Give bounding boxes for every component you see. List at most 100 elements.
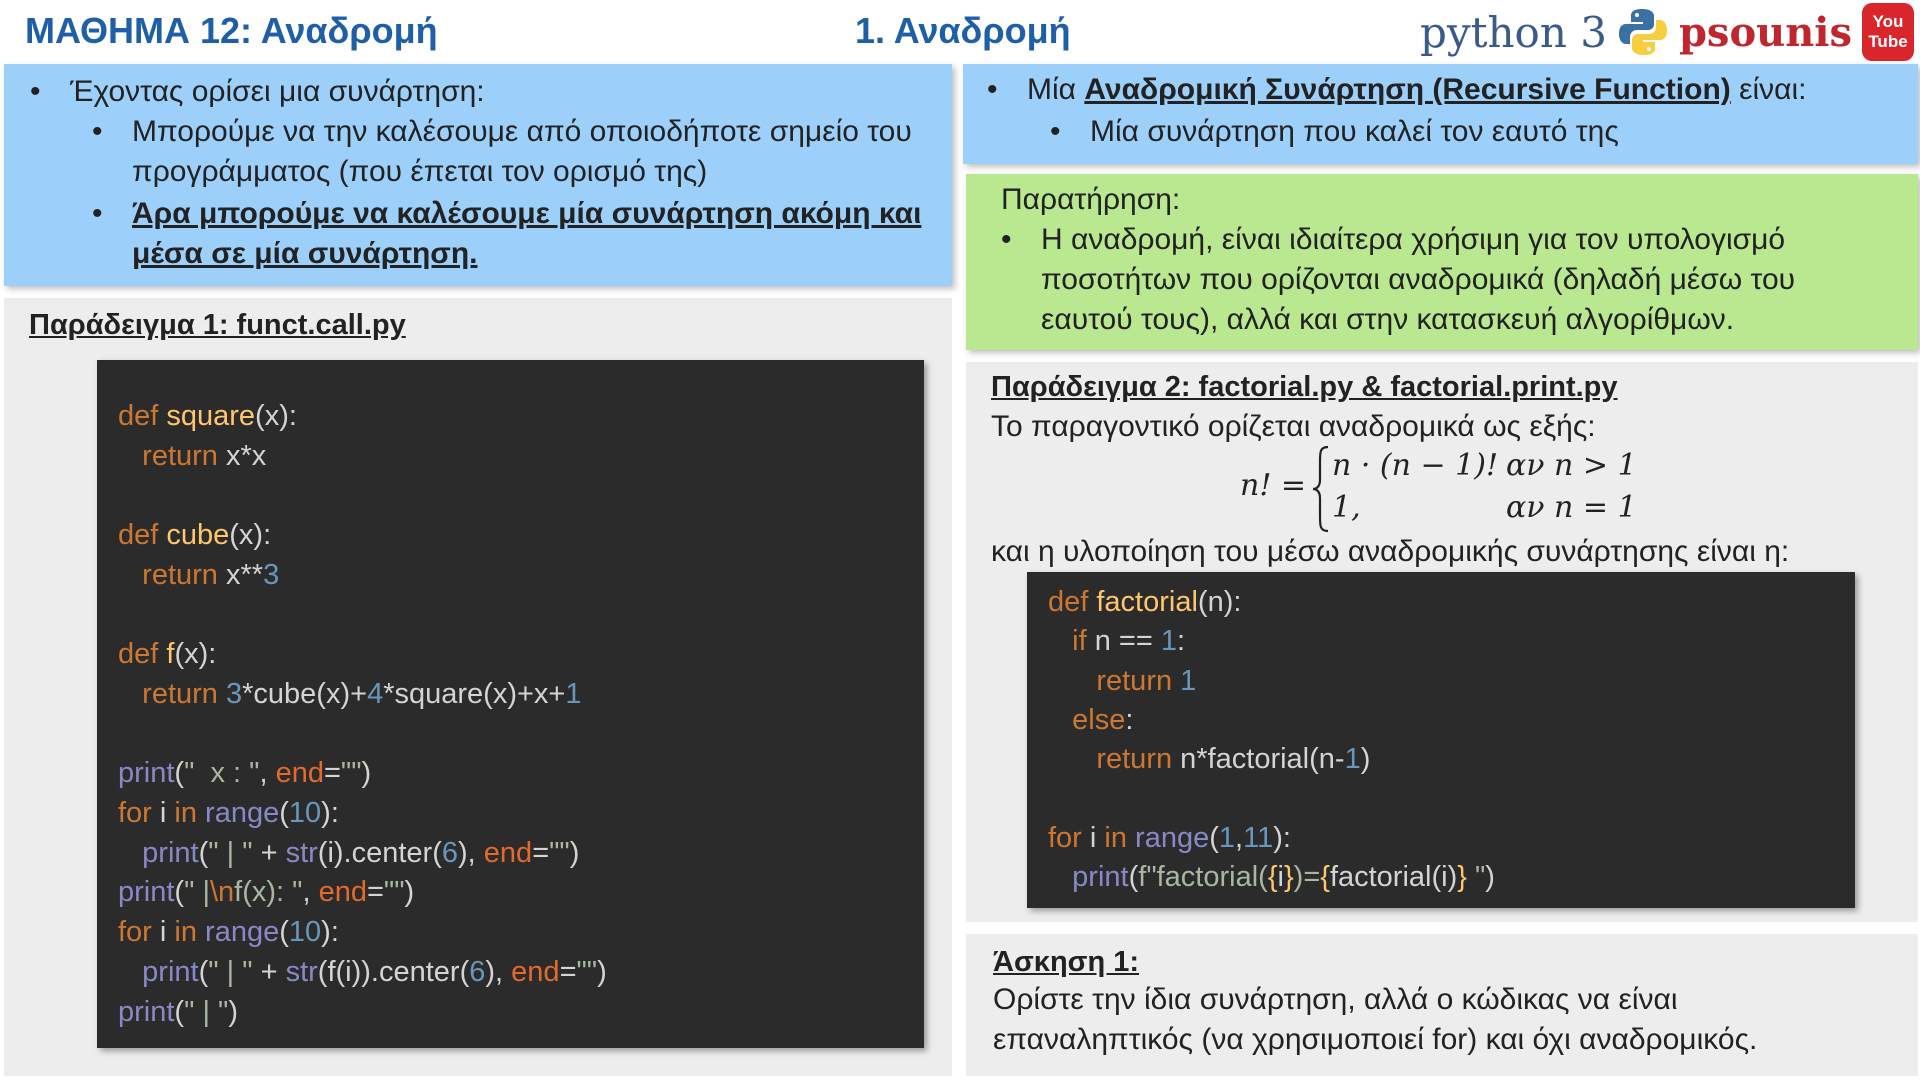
code-token: , bbox=[302, 876, 319, 909]
code-token: 6 bbox=[469, 955, 486, 988]
code-token: ( bbox=[279, 916, 289, 949]
code-token: *square(x)+x+ bbox=[383, 677, 566, 710]
code-line: def cube(x): bbox=[118, 516, 271, 555]
intro-line-1: Έχοντας ορίσει μια συνάρτηση: bbox=[70, 75, 485, 108]
code-token: return bbox=[142, 558, 226, 591]
code-token: = bbox=[532, 836, 550, 869]
code-token: " | bbox=[184, 876, 210, 909]
code-token: cube bbox=[166, 519, 230, 552]
code-line: return n*factorial(n-1) bbox=[1048, 740, 1370, 779]
code-token: ) bbox=[1360, 743, 1371, 776]
code-token: ) bbox=[361, 757, 372, 790]
bullet-icon: • bbox=[1001, 223, 1012, 256]
note-line-1: Η αναδρομή, είναι ιδιαίτερα χρήσιμη για … bbox=[1041, 223, 1786, 256]
code-token: "" bbox=[340, 757, 362, 790]
python-logo-icon bbox=[1618, 9, 1667, 55]
code-token: ( bbox=[279, 797, 289, 829]
code-token: x** bbox=[226, 558, 264, 591]
code-token: in bbox=[174, 916, 206, 949]
code-token: square bbox=[166, 400, 256, 432]
code-token: 1 bbox=[1160, 625, 1177, 658]
note-line-3: εαυτού τους), αλλά και στην κατασκευή αλ… bbox=[1041, 303, 1735, 336]
formula-case1-expr: n · (n − 1)! bbox=[1332, 448, 1499, 483]
code-token: end bbox=[483, 836, 533, 869]
code-token: )= bbox=[1293, 861, 1321, 894]
code-token: n*factorial(n- bbox=[1180, 743, 1345, 776]
code-line: print(" | " + str(f(i)).center(6), end="… bbox=[118, 953, 607, 992]
code-token: : bbox=[1125, 703, 1134, 736]
definition-prefix: Μία bbox=[1027, 73, 1085, 106]
code-token: def bbox=[1048, 586, 1097, 618]
code-token: = bbox=[323, 757, 341, 790]
code-token: 4 bbox=[367, 677, 384, 710]
code-token: " | " bbox=[208, 955, 253, 988]
note-item: • Η αναδρομή, είναι ιδιαίτερα χρήσιμη γι… bbox=[1001, 220, 1795, 340]
slide-title: 1. Αναδρομή bbox=[855, 10, 1071, 51]
definition-suffix: είναι: bbox=[1730, 73, 1807, 106]
code-line: def f(x): bbox=[118, 635, 216, 674]
code-token: return bbox=[142, 439, 226, 472]
code-line: if n == 1: bbox=[1048, 622, 1185, 661]
code-token: 1 bbox=[1344, 743, 1361, 776]
example2-line-1: Το παραγοντικό ορίζεται αναδρομικά ως εξ… bbox=[991, 410, 1596, 443]
code-token: "" bbox=[383, 876, 405, 909]
code-token: 3 bbox=[226, 677, 243, 710]
code-line: return x**3 bbox=[118, 556, 279, 595]
intro-item-2: • Μπορούμε να την καλέσουμε από οποιοδήπ… bbox=[92, 112, 912, 192]
code-token: range bbox=[205, 916, 280, 949]
code-token: print bbox=[118, 876, 175, 909]
code-token: ( bbox=[174, 876, 185, 909]
exercise-heading: Άσκηση 1: bbox=[993, 946, 1140, 978]
definition-item-1: • Μία Αναδρομική Συνάρτηση (Recursive Fu… bbox=[987, 70, 1806, 110]
code-token: { bbox=[1267, 861, 1278, 894]
example2-code-block: def factorial(n): if n == 1: return 1 el… bbox=[1027, 572, 1855, 908]
code-token: return bbox=[1096, 743, 1181, 776]
code-token: def bbox=[118, 400, 167, 432]
code-line: return 3*cube(x)+4*square(x)+x+1 bbox=[118, 675, 581, 714]
code-token: str bbox=[285, 836, 318, 869]
code-token: (x): bbox=[229, 519, 272, 552]
bullet-icon: • bbox=[92, 115, 103, 148]
code-token: in bbox=[1104, 821, 1136, 854]
code-line: for i in range(10): bbox=[118, 913, 339, 952]
code-token: (i).center( bbox=[317, 836, 442, 869]
code-token: ) bbox=[569, 836, 580, 869]
code-token: ), bbox=[458, 836, 484, 869]
code-token: return bbox=[142, 677, 226, 710]
bullet-icon: • bbox=[30, 75, 41, 108]
youtube-icon[interactable]: You Tube bbox=[1862, 3, 1914, 61]
code-token: for bbox=[118, 916, 160, 949]
example1-code-block: def square(x): return x*x def cube(x): re… bbox=[97, 360, 924, 1048]
code-token: 11 bbox=[1243, 821, 1274, 854]
code-token: 10 bbox=[288, 797, 322, 829]
code-token: i bbox=[159, 797, 175, 829]
code-token: ) bbox=[1485, 861, 1495, 894]
code-line: return 1 bbox=[1048, 662, 1196, 701]
code-token: str bbox=[285, 955, 318, 988]
example2-line-2: και η υλοποίηση του μέσω αναδρομικής συν… bbox=[991, 535, 1790, 568]
code-token: i bbox=[1089, 821, 1105, 854]
brand-python-text: python 3 bbox=[1420, 7, 1607, 57]
code-token: = bbox=[366, 876, 384, 909]
code-token: , bbox=[259, 757, 276, 790]
code-token: 1 bbox=[1218, 821, 1236, 854]
code-token: = bbox=[559, 955, 577, 988]
code-token: "" bbox=[549, 836, 570, 869]
code-line: else: bbox=[1048, 701, 1133, 740]
code-token: for bbox=[118, 797, 160, 829]
code-token: def bbox=[118, 638, 167, 671]
code-token: range bbox=[1135, 821, 1210, 854]
code-token: " bbox=[1466, 861, 1486, 894]
formula-case1-cond: αν n > 1 bbox=[1506, 448, 1637, 483]
code-token: print bbox=[142, 836, 199, 869]
intro-line-2b: προγράμματος (που έπεται τον ορισμό της) bbox=[132, 155, 708, 188]
code-token: + bbox=[252, 955, 286, 988]
code-token: (n): bbox=[1197, 586, 1242, 618]
